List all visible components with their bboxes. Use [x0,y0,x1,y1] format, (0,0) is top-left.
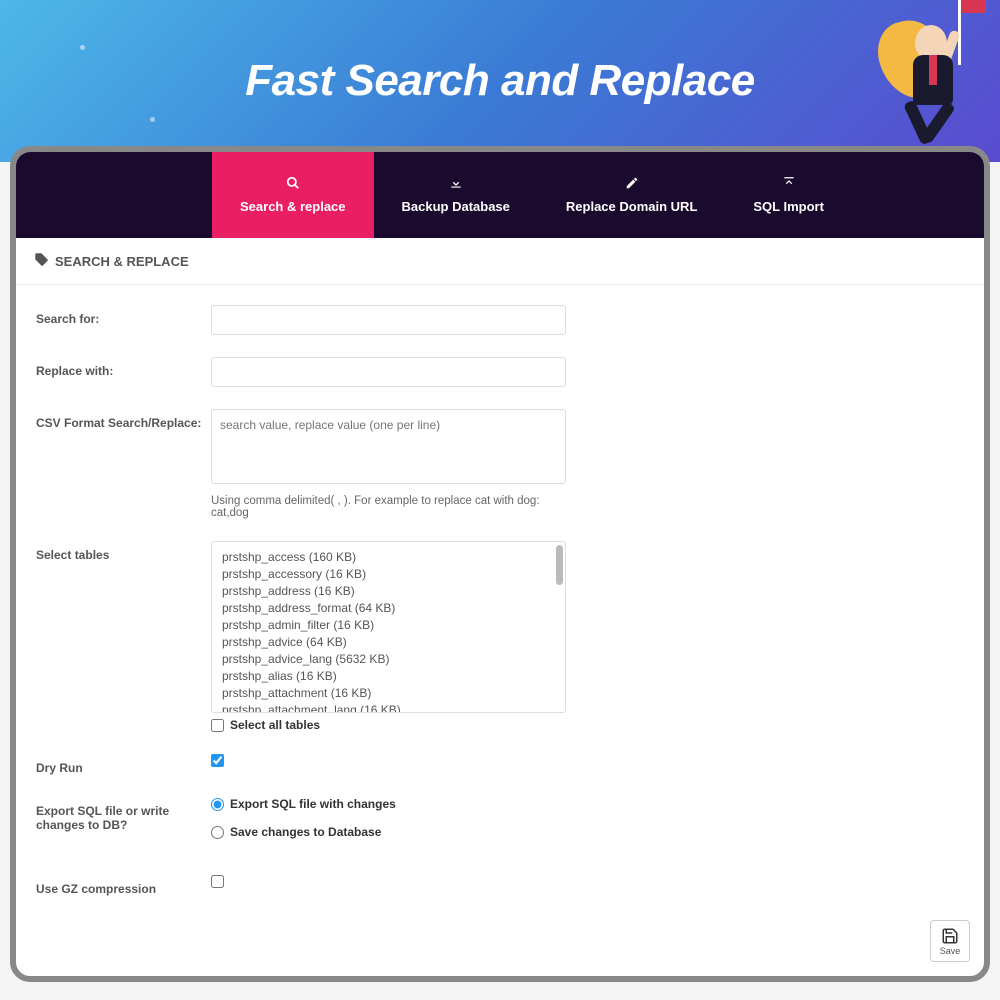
dry-run-checkbox[interactable] [211,754,224,767]
hero-banner: Fast Search and Replace [0,0,1000,162]
app-panel: Search & replace Backup Database Replace… [10,146,990,982]
search-for-label: Search for: [36,305,211,326]
upload-icon [782,176,796,193]
tables-listbox[interactable]: prstshp_access (160 KB)prstshp_accessory… [211,541,566,713]
tab-label: SQL Import [753,199,824,214]
hero-title: Fast Search and Replace [245,56,754,106]
list-item[interactable]: prstshp_attachment (16 KB) [222,684,555,701]
save-icon [941,927,959,945]
list-item[interactable]: prstshp_advice (64 KB) [222,633,555,650]
radio-save-label: Save changes to Database [230,825,381,839]
form-area: Search for: Replace with: CSV Format Sea… [16,285,984,938]
section-title-text: SEARCH & REPLACE [55,254,189,269]
list-item[interactable]: prstshp_admin_filter (16 KB) [222,616,555,633]
radio-export-sql[interactable] [211,798,224,811]
edit-icon [625,176,639,193]
select-tables-label: Select tables [36,541,211,562]
tab-sql-import[interactable]: SQL Import [725,152,852,238]
download-icon [449,176,463,193]
search-icon [286,176,300,193]
save-button-label: Save [940,946,961,956]
tab-label: Backup Database [402,199,510,214]
list-item[interactable]: prstshp_address (16 KB) [222,582,555,599]
scrollbar[interactable] [556,545,563,585]
tab-label: Replace Domain URL [566,199,697,214]
select-all-checkbox[interactable] [211,719,224,732]
character-illustration [870,0,990,160]
radio-export-label: Export SQL file with changes [230,797,396,811]
list-item[interactable]: prstshp_attachment_lang (16 KB) [222,701,555,713]
radio-save-db[interactable] [211,826,224,839]
gz-label: Use GZ compression [36,875,211,896]
save-button[interactable]: Save [930,920,970,962]
csv-textarea[interactable] [211,409,566,484]
search-for-input[interactable] [211,305,566,335]
tab-bar: Search & replace Backup Database Replace… [16,152,984,238]
tab-replace-domain[interactable]: Replace Domain URL [538,152,725,238]
tags-icon [34,252,49,270]
csv-help-text: Using comma delimited( , ). For example … [211,495,566,519]
tab-backup-database[interactable]: Backup Database [374,152,538,238]
replace-with-input[interactable] [211,357,566,387]
export-label: Export SQL file or write changes to DB? [36,797,211,832]
tab-label: Search & replace [240,199,346,214]
select-all-label: Select all tables [230,718,320,732]
gz-checkbox[interactable] [211,875,224,888]
section-header: SEARCH & REPLACE [16,238,984,285]
list-item[interactable]: prstshp_accessory (16 KB) [222,565,555,582]
csv-label: CSV Format Search/Replace: [36,409,211,430]
list-item[interactable]: prstshp_access (160 KB) [222,548,555,565]
dry-run-label: Dry Run [36,754,211,775]
list-item[interactable]: prstshp_alias (16 KB) [222,667,555,684]
list-item[interactable]: prstshp_address_format (64 KB) [222,599,555,616]
tab-search-replace[interactable]: Search & replace [212,152,374,238]
list-item[interactable]: prstshp_advice_lang (5632 KB) [222,650,555,667]
replace-with-label: Replace with: [36,357,211,378]
